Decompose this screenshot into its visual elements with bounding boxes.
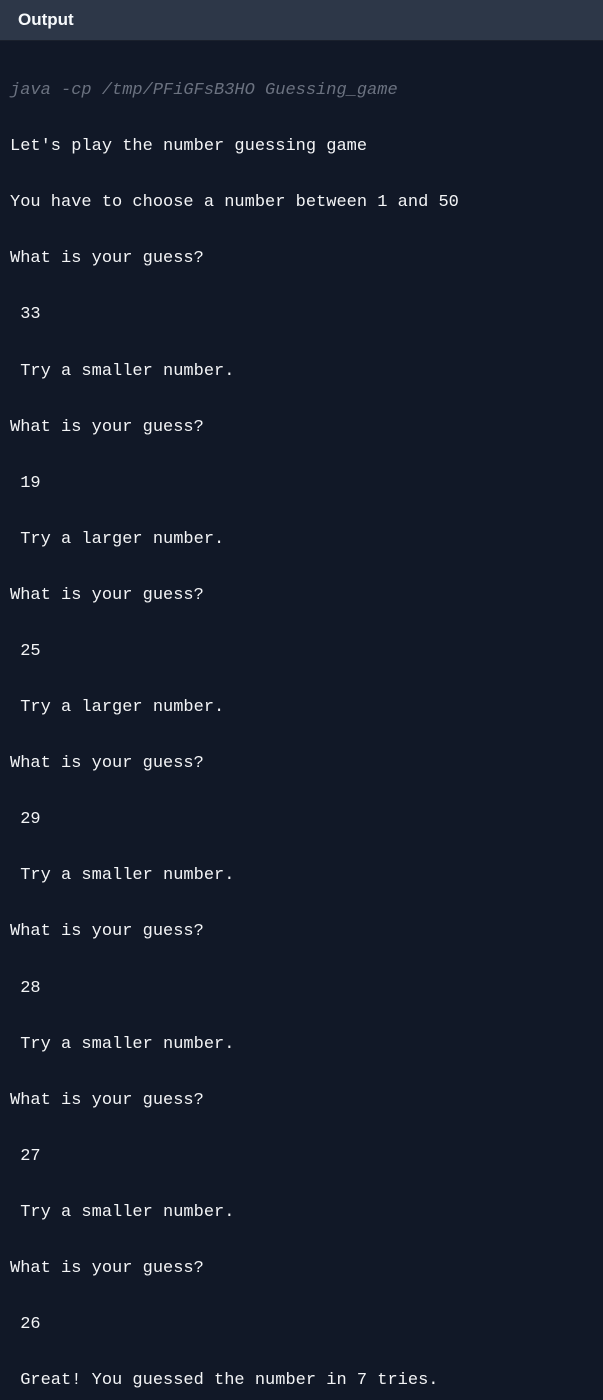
output-line: 19 [10, 470, 593, 498]
output-line: Try a smaller number. [10, 1199, 593, 1227]
output-line: What is your guess? [10, 750, 593, 778]
output-panel-title: Output [18, 10, 585, 30]
output-line: Try a smaller number. [10, 862, 593, 890]
executed-command: java -cp /tmp/PFiGFsB3HO Guessing_game [10, 77, 593, 105]
output-line: Try a larger number. [10, 694, 593, 722]
output-line: 26 [10, 1311, 593, 1339]
terminal-output: java -cp /tmp/PFiGFsB3HO Guessing_game L… [0, 41, 603, 1400]
output-line: Let's play the number guessing game [10, 133, 593, 161]
output-line: 29 [10, 806, 593, 834]
output-line: What is your guess? [10, 918, 593, 946]
output-line: What is your guess? [10, 1087, 593, 1115]
output-line: Try a larger number. [10, 526, 593, 554]
output-line: What is your guess? [10, 582, 593, 610]
output-line: What is your guess? [10, 1255, 593, 1283]
output-line: What is your guess? [10, 414, 593, 442]
output-line: What is your guess? [10, 245, 593, 273]
output-line: 33 [10, 301, 593, 329]
output-panel-header: Output [0, 0, 603, 41]
output-line: Try a smaller number. [10, 1031, 593, 1059]
output-line: 25 [10, 638, 593, 666]
output-line: Try a smaller number. [10, 358, 593, 386]
output-line: You have to choose a number between 1 an… [10, 189, 593, 217]
output-line: 27 [10, 1143, 593, 1171]
output-line: 28 [10, 975, 593, 1003]
output-line: Great! You guessed the number in 7 tries… [10, 1367, 593, 1395]
